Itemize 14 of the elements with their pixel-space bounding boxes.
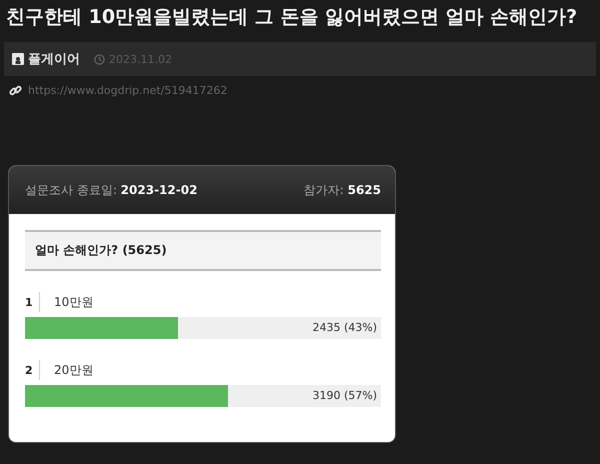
option-number: 1 bbox=[25, 296, 34, 308]
clock-icon bbox=[94, 54, 105, 64]
result-count: 3190 (57%) bbox=[312, 389, 377, 402]
result-count: 2435 (43%) bbox=[312, 321, 377, 334]
poll-question: 얼마 손해인가? (5625) bbox=[25, 230, 381, 271]
option-label: 10만원 bbox=[54, 294, 94, 310]
author-name[interactable]: 플게이어 bbox=[28, 50, 80, 68]
user-icon bbox=[12, 53, 24, 65]
link-icon bbox=[9, 84, 22, 97]
post-title: 친구한테 10만원을빌렸는데 그 돈을 잃어버렸으면 얼마 손해인가? bbox=[5, 5, 578, 30]
participant-count: 참가자: 5625 bbox=[304, 182, 381, 198]
option-label: 20만원 bbox=[54, 362, 94, 378]
poll-end-date: 설문조사 종료일: 2023-12-02 bbox=[25, 182, 198, 198]
option-number: 2 bbox=[25, 364, 34, 376]
